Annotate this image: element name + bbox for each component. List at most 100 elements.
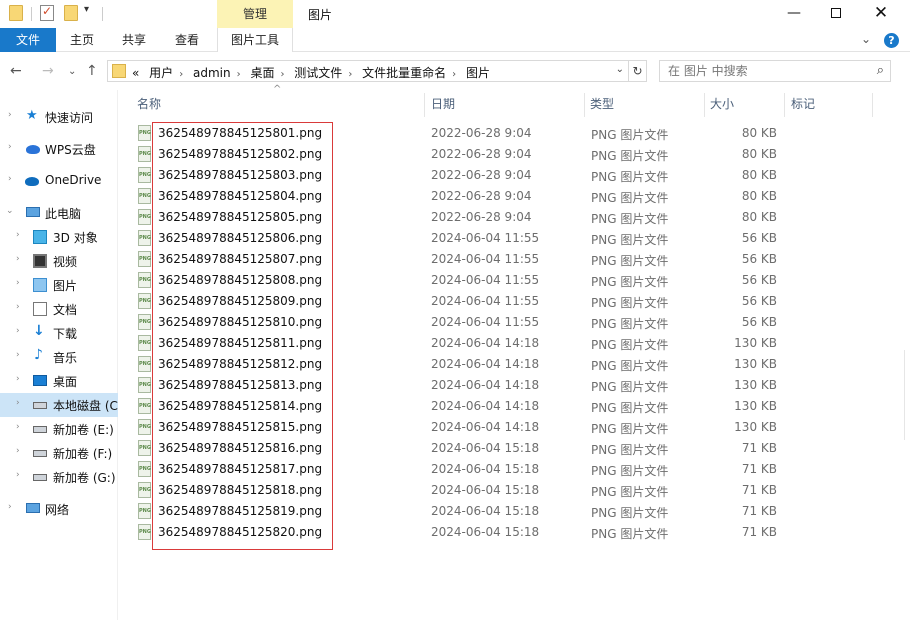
sidebar-item-this-pc[interactable]: ⌄ 此电脑 bbox=[0, 201, 118, 225]
scrollbar-track[interactable] bbox=[904, 350, 905, 440]
column-divider[interactable] bbox=[584, 93, 585, 117]
chevron-right-icon[interactable]: › bbox=[8, 174, 12, 184]
chevron-right-icon[interactable]: › bbox=[8, 110, 12, 120]
column-divider[interactable] bbox=[872, 93, 873, 117]
column-divider[interactable] bbox=[424, 93, 425, 117]
tab-view[interactable]: 查看 bbox=[160, 28, 214, 52]
file-row[interactable]: PNG 362548978845125809.png 2024-06-04 11:5… bbox=[134, 291, 894, 312]
maximize-button[interactable] bbox=[813, 0, 859, 28]
breadcrumb-item[interactable]: 用户 bbox=[149, 66, 173, 80]
chevron-right-icon[interactable]: › bbox=[16, 398, 20, 408]
address-bar[interactable]: « 用户 › admin › 桌面 › 测试文件 › 文件批量重命名 › 图片 ⌄ bbox=[107, 60, 629, 82]
sidebar-item-wps-cloud[interactable]: › WPS云盘 bbox=[0, 137, 118, 161]
file-row[interactable]: PNG 362548978845125819.png 2024-06-04 15:1… bbox=[134, 501, 894, 522]
file-row[interactable]: PNG 362548978845125814.png 2024-06-04 14:1… bbox=[134, 396, 894, 417]
file-row[interactable]: PNG 362548978845125818.png 2024-06-04 15:1… bbox=[134, 480, 894, 501]
search-box[interactable]: ⌕ bbox=[659, 60, 891, 82]
file-row[interactable]: PNG 362548978845125806.png 2024-06-04 11:5… bbox=[134, 228, 894, 249]
file-row[interactable]: PNG 362548978845125811.png 2024-06-04 14:1… bbox=[134, 333, 894, 354]
file-row[interactable]: PNG 362548978845125808.png 2024-06-04 11:5… bbox=[134, 270, 894, 291]
chevron-right-icon[interactable]: › bbox=[16, 230, 20, 240]
sidebar-item-quick-access[interactable]: › ★ 快速访问 bbox=[0, 105, 118, 129]
file-row[interactable]: PNG 362548978845125803.png 2022-06-28 9:04… bbox=[134, 165, 894, 186]
file-row[interactable]: PNG 362548978845125810.png 2024-06-04 11:5… bbox=[134, 312, 894, 333]
chevron-right-icon[interactable]: › bbox=[16, 422, 20, 432]
search-input[interactable] bbox=[660, 61, 860, 81]
file-row[interactable]: PNG 362548978845125804.png 2022-06-28 9:04… bbox=[134, 186, 894, 207]
file-row[interactable]: PNG 362548978845125801.png 2022-06-28 9:04… bbox=[134, 123, 894, 144]
tab-file[interactable]: 文件 bbox=[0, 28, 56, 52]
breadcrumb-overflow[interactable]: « bbox=[132, 66, 139, 80]
column-divider[interactable] bbox=[704, 93, 705, 117]
properties-icon[interactable] bbox=[40, 4, 54, 21]
sidebar-item-3d-objects[interactable]: › 3D 对象 bbox=[0, 225, 118, 249]
file-row[interactable]: PNG 362548978845125817.png 2024-06-04 15:1… bbox=[134, 459, 894, 480]
sidebar-item-music[interactable]: › ♪ 音乐 bbox=[0, 345, 118, 369]
sidebar-item-videos[interactable]: › 视频 bbox=[0, 249, 118, 273]
chevron-right-icon[interactable]: › bbox=[8, 502, 12, 512]
breadcrumb-item[interactable]: 测试文件 bbox=[294, 66, 342, 80]
sidebar-item-drive-g[interactable]: › 新加卷 (G:) bbox=[0, 465, 118, 489]
search-icon[interactable]: ⌕ bbox=[877, 63, 884, 78]
chevron-right-icon[interactable]: › bbox=[452, 69, 456, 80]
back-arrow-icon[interactable]: ← bbox=[10, 63, 22, 79]
quick-access-dropdown-icon[interactable]: ▾ bbox=[84, 4, 89, 15]
minimize-button[interactable]: — bbox=[771, 0, 817, 28]
file-row[interactable]: PNG 362548978845125813.png 2024-06-04 14:1… bbox=[134, 375, 894, 396]
chevron-down-icon[interactable]: ⌄ bbox=[6, 206, 14, 216]
tab-share[interactable]: 共享 bbox=[108, 28, 160, 52]
file-row[interactable]: PNG 362548978845125820.png 2024-06-04 15:1… bbox=[134, 522, 894, 543]
sidebar-item-desktop[interactable]: › 桌面 bbox=[0, 369, 118, 393]
chevron-right-icon[interactable]: › bbox=[237, 69, 241, 80]
help-icon[interactable]: ? bbox=[884, 33, 899, 48]
sidebar-item-drive-f[interactable]: › 新加卷 (F:) bbox=[0, 441, 118, 465]
column-header-name[interactable]: 名称 bbox=[137, 93, 161, 117]
column-divider[interactable] bbox=[784, 93, 785, 117]
chevron-right-icon[interactable]: › bbox=[16, 350, 20, 360]
chevron-right-icon[interactable]: › bbox=[280, 69, 284, 80]
column-header-type[interactable]: 类型 bbox=[590, 93, 614, 117]
chevron-right-icon[interactable]: › bbox=[8, 142, 12, 152]
file-row[interactable]: PNG 362548978845125816.png 2024-06-04 15:1… bbox=[134, 438, 894, 459]
refresh-button[interactable]: ↻ bbox=[629, 60, 647, 82]
file-row[interactable]: PNG 362548978845125815.png 2024-06-04 14:1… bbox=[134, 417, 894, 438]
column-header-size[interactable]: 大小 bbox=[710, 93, 734, 117]
chevron-right-icon[interactable]: › bbox=[16, 446, 20, 456]
up-arrow-icon[interactable]: ↑ bbox=[86, 63, 98, 79]
tab-picture-tools[interactable]: 图片工具 bbox=[217, 28, 293, 52]
sidebar-item-onedrive[interactable]: › OneDrive bbox=[0, 169, 118, 193]
file-row[interactable]: PNG 362548978845125805.png 2022-06-28 9:04… bbox=[134, 207, 894, 228]
sidebar-item-pictures[interactable]: › 图片 bbox=[0, 273, 118, 297]
sidebar-item-downloads[interactable]: › ↓ 下载 bbox=[0, 321, 118, 345]
chevron-right-icon[interactable]: › bbox=[16, 374, 20, 384]
chevron-right-icon[interactable]: › bbox=[16, 302, 20, 312]
chevron-down-icon[interactable]: ⌄ bbox=[616, 64, 624, 75]
close-button[interactable]: ✕ bbox=[858, 0, 904, 28]
folder-icon[interactable] bbox=[9, 5, 23, 21]
tab-home[interactable]: 主页 bbox=[56, 28, 108, 52]
chevron-right-icon[interactable]: › bbox=[16, 326, 20, 336]
sidebar-item-drive-e[interactable]: › 新加卷 (E:) bbox=[0, 417, 118, 441]
chevron-right-icon[interactable]: › bbox=[179, 69, 183, 80]
recent-locations-icon[interactable]: ⌄ bbox=[68, 66, 76, 77]
sidebar-item-documents[interactable]: › 文档 bbox=[0, 297, 118, 321]
chevron-right-icon[interactable]: › bbox=[16, 254, 20, 264]
file-row[interactable]: PNG 362548978845125802.png 2022-06-28 9:04… bbox=[134, 144, 894, 165]
column-header-date[interactable]: 日期 bbox=[431, 93, 455, 117]
file-row[interactable]: PNG 362548978845125807.png 2024-06-04 11:5… bbox=[134, 249, 894, 270]
breadcrumb-item[interactable]: 图片 bbox=[466, 66, 490, 80]
column-header-tags[interactable]: 标记 bbox=[791, 93, 815, 117]
breadcrumb-item[interactable]: admin bbox=[193, 66, 231, 80]
sidebar-item-local-disk-c[interactable]: › 本地磁盘 (C bbox=[0, 393, 118, 417]
manage-tab[interactable]: 管理 bbox=[217, 0, 293, 28]
breadcrumb-item[interactable]: 文件批量重命名 bbox=[362, 66, 446, 80]
sidebar-item-network[interactable]: › 网络 bbox=[0, 497, 118, 521]
chevron-right-icon[interactable]: › bbox=[348, 69, 352, 80]
chevron-right-icon[interactable]: › bbox=[16, 470, 20, 480]
forward-arrow-icon[interactable]: → bbox=[42, 63, 54, 79]
breadcrumb-item[interactable]: 桌面 bbox=[250, 66, 274, 80]
file-row[interactable]: PNG 362548978845125812.png 2024-06-04 14:1… bbox=[134, 354, 894, 375]
new-folder-icon[interactable] bbox=[64, 5, 78, 21]
chevron-right-icon[interactable]: › bbox=[16, 278, 20, 288]
expand-ribbon-icon[interactable]: ⌄ bbox=[861, 32, 871, 46]
